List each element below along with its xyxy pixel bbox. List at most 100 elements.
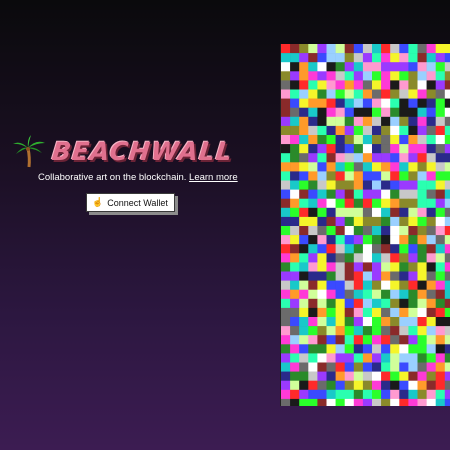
pixel-cell[interactable] <box>417 380 427 391</box>
pixel-cell[interactable] <box>317 125 327 136</box>
pixel-cell[interactable] <box>435 125 446 136</box>
pixel-cell[interactable] <box>344 107 355 118</box>
pixel-cell[interactable] <box>344 116 355 127</box>
pixel-cell[interactable] <box>281 80 291 90</box>
pixel-cell[interactable] <box>353 44 364 54</box>
pixel-cell[interactable] <box>435 135 446 145</box>
pixel-cell[interactable] <box>408 317 418 327</box>
pixel-cell[interactable] <box>381 116 391 127</box>
pixel-cell[interactable] <box>335 171 345 181</box>
pixel-cell[interactable] <box>381 398 391 406</box>
pixel-cell[interactable] <box>317 89 327 99</box>
pixel-cell[interactable] <box>381 189 391 199</box>
pixel-cell[interactable] <box>444 144 450 154</box>
pixel-cell[interactable] <box>299 317 309 327</box>
pixel-cell[interactable] <box>417 116 427 127</box>
pixel-cell[interactable] <box>408 125 418 136</box>
pixel-cell[interactable] <box>353 307 364 318</box>
pixel-cell[interactable] <box>335 125 345 136</box>
pixel-cell[interactable] <box>317 235 327 245</box>
pixel-cell[interactable] <box>390 289 400 300</box>
pixel-cell[interactable] <box>390 162 400 172</box>
pixel-cell[interactable] <box>299 280 309 290</box>
pixel-cell[interactable] <box>335 44 345 54</box>
pixel-cell[interactable] <box>417 326 427 336</box>
pixel-cell[interactable] <box>344 80 355 90</box>
pixel-cell[interactable] <box>326 262 336 272</box>
pixel-cell[interactable] <box>353 80 364 90</box>
pixel-cell[interactable] <box>390 116 400 127</box>
pixel-cell[interactable] <box>417 207 427 218</box>
pixel-cell[interactable] <box>444 326 450 336</box>
pixel-cell[interactable] <box>417 362 427 372</box>
pixel-cell[interactable] <box>317 216 327 227</box>
pixel-cell[interactable] <box>408 116 418 127</box>
pixel-cell[interactable] <box>281 317 291 327</box>
pixel-cell[interactable] <box>362 262 373 272</box>
pixel-cell[interactable] <box>281 153 291 163</box>
pixel-cell[interactable] <box>435 307 446 318</box>
pixel-cell[interactable] <box>362 189 373 199</box>
pixel-cell[interactable] <box>326 353 336 363</box>
pixel-cell[interactable] <box>408 171 418 181</box>
pixel-cell[interactable] <box>399 271 409 281</box>
pixel-cell[interactable] <box>353 162 364 172</box>
pixel-cell[interactable] <box>381 389 391 400</box>
pixel-cell[interactable] <box>417 189 427 199</box>
pixel-cell[interactable] <box>435 244 446 254</box>
pixel-cell[interactable] <box>308 180 318 190</box>
pixel-cell[interactable] <box>399 226 409 236</box>
pixel-cell[interactable] <box>408 71 418 81</box>
pixel-cell[interactable] <box>317 380 327 391</box>
pixel-cell[interactable] <box>308 144 318 154</box>
pixel-cell[interactable] <box>281 226 291 236</box>
pixel-cell[interactable] <box>408 244 418 254</box>
pixel-cell[interactable] <box>326 380 336 391</box>
pixel-cell[interactable] <box>372 326 382 336</box>
pixel-cell[interactable] <box>390 389 400 400</box>
pixel-cell[interactable] <box>444 207 450 218</box>
pixel-cell[interactable] <box>381 107 391 118</box>
pixel-cell[interactable] <box>435 380 446 391</box>
pixel-cell[interactable] <box>299 162 309 172</box>
pixel-cell[interactable] <box>326 362 336 372</box>
pixel-cell[interactable] <box>390 235 400 245</box>
pixel-cell[interactable] <box>335 135 345 145</box>
pixel-cell[interactable] <box>335 380 345 391</box>
pixel-cell[interactable] <box>362 98 373 108</box>
pixel-cell[interactable] <box>444 53 450 63</box>
pixel-cell[interactable] <box>426 353 436 363</box>
pixel-cell[interactable] <box>399 171 409 181</box>
pixel-cell[interactable] <box>381 89 391 99</box>
pixel-cell[interactable] <box>344 153 355 163</box>
pixel-cell[interactable] <box>372 307 382 318</box>
pixel-cell[interactable] <box>290 389 300 400</box>
pixel-cell[interactable] <box>435 44 446 54</box>
pixel-cell[interactable] <box>408 307 418 318</box>
pixel-cell[interactable] <box>335 271 345 281</box>
pixel-cell[interactable] <box>399 380 409 391</box>
pixel-cell[interactable] <box>408 398 418 406</box>
pixel-cell[interactable] <box>408 389 418 400</box>
pixel-cell[interactable] <box>426 62 436 72</box>
pixel-cell[interactable] <box>435 207 446 218</box>
pixel-cell[interactable] <box>444 107 450 118</box>
pixel-cell[interactable] <box>381 326 391 336</box>
pixel-cell[interactable] <box>399 362 409 372</box>
pixel-cell[interactable] <box>426 244 436 254</box>
pixel-cell[interactable] <box>308 98 318 108</box>
pixel-cell[interactable] <box>399 298 409 309</box>
pixel-cell[interactable] <box>417 298 427 309</box>
pixel-cell[interactable] <box>435 71 446 81</box>
pixel-cell[interactable] <box>326 171 336 181</box>
pixel-cell[interactable] <box>344 216 355 227</box>
pixel-cell[interactable] <box>308 353 318 363</box>
pixel-cell[interactable] <box>381 53 391 63</box>
pixel-cell[interactable] <box>390 135 400 145</box>
pixel-cell[interactable] <box>362 144 373 154</box>
pixel-cell[interactable] <box>372 344 382 354</box>
pixel-cell[interactable] <box>290 171 300 181</box>
pixel-cell[interactable] <box>353 262 364 272</box>
pixel-cell[interactable] <box>372 162 382 172</box>
pixel-cell[interactable] <box>335 198 345 209</box>
